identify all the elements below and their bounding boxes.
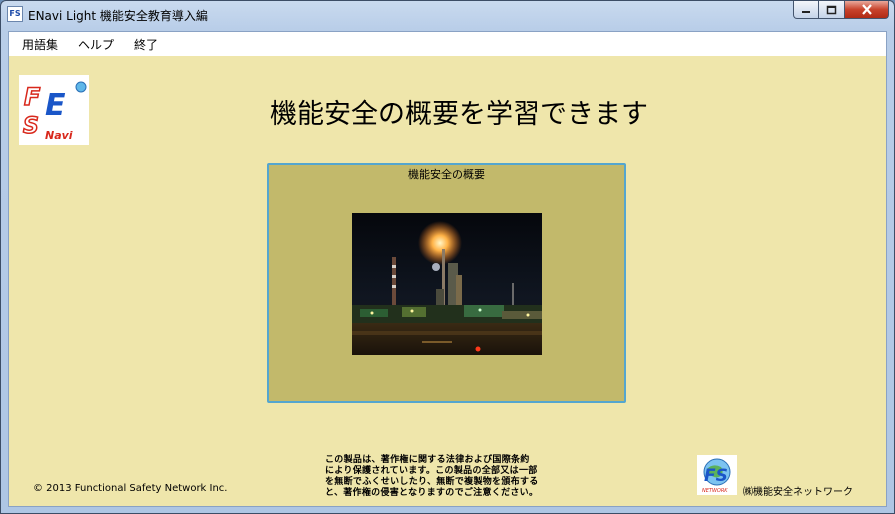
company-logo-subtext: NETWORK xyxy=(702,488,728,494)
logo-letter-e: E xyxy=(45,88,66,123)
logo-globe-icon xyxy=(75,81,87,93)
fs-network-logo-icon: FS NETWORK xyxy=(702,458,731,494)
panel-title: 機能安全の概要 xyxy=(408,168,485,181)
menu-exit[interactable]: 終了 xyxy=(134,36,158,53)
factory-photo-image xyxy=(352,213,542,355)
application-window: FS ENavi Light 機能安全教育導入編 用語集 ヘルプ 終了 F E … xyxy=(0,0,895,514)
notice-line: この製品は、著作権に関する法律および国際条約 xyxy=(325,455,530,465)
notice-line: により保護されています。この製品の全部又は一部 xyxy=(325,466,538,476)
fs-enavi-logo: F E S Navi xyxy=(19,75,89,145)
maximize-icon xyxy=(826,5,837,14)
company-name: ㈱機能安全ネットワーク xyxy=(743,487,853,498)
factory-night-photo xyxy=(352,213,542,355)
overview-panel[interactable]: 機能安全の概要 xyxy=(267,163,626,403)
close-icon xyxy=(861,4,872,15)
minimize-button[interactable] xyxy=(793,1,819,19)
copyright-notice: この製品は、著作権に関する法律および国際条約 により保護されています。この製品の… xyxy=(325,455,575,499)
logo-letter-s: S xyxy=(23,114,39,139)
client-area: 用語集 ヘルプ 終了 F E S Navi 機能安全の概要を学習できます 機能安… xyxy=(8,31,887,507)
window-title: ENavi Light 機能安全教育導入編 xyxy=(28,9,208,23)
copyright-text: © 2013 Functional Safety Network Inc. xyxy=(33,483,228,494)
minimize-icon xyxy=(802,10,810,13)
notice-line: と、著作権の侵害となりますのでご注意ください。 xyxy=(325,488,539,498)
logo-letter-f: F xyxy=(24,83,41,111)
company-logo-text: FS xyxy=(704,466,728,486)
notice-line: を無断でふくせいしたり、無断で複製物を頒布する xyxy=(325,477,539,487)
menu-help[interactable]: ヘルプ xyxy=(78,36,114,53)
title-bar[interactable]: FS ENavi Light 機能安全教育導入編 xyxy=(1,1,894,31)
company-logo: FS NETWORK xyxy=(697,455,737,495)
window-controls xyxy=(793,1,889,21)
menu-bar: 用語集 ヘルプ 終了 xyxy=(9,32,886,56)
page-headline: 機能安全の概要を学習できます xyxy=(270,99,648,130)
menu-glossary[interactable]: 用語集 xyxy=(22,36,58,53)
maximize-button[interactable] xyxy=(819,1,845,19)
close-button[interactable] xyxy=(845,1,889,19)
enavi-logo-icon: F E S Navi xyxy=(22,81,87,142)
logo-brand-text: Navi xyxy=(45,129,73,142)
app-icon[interactable]: FS xyxy=(7,6,23,22)
